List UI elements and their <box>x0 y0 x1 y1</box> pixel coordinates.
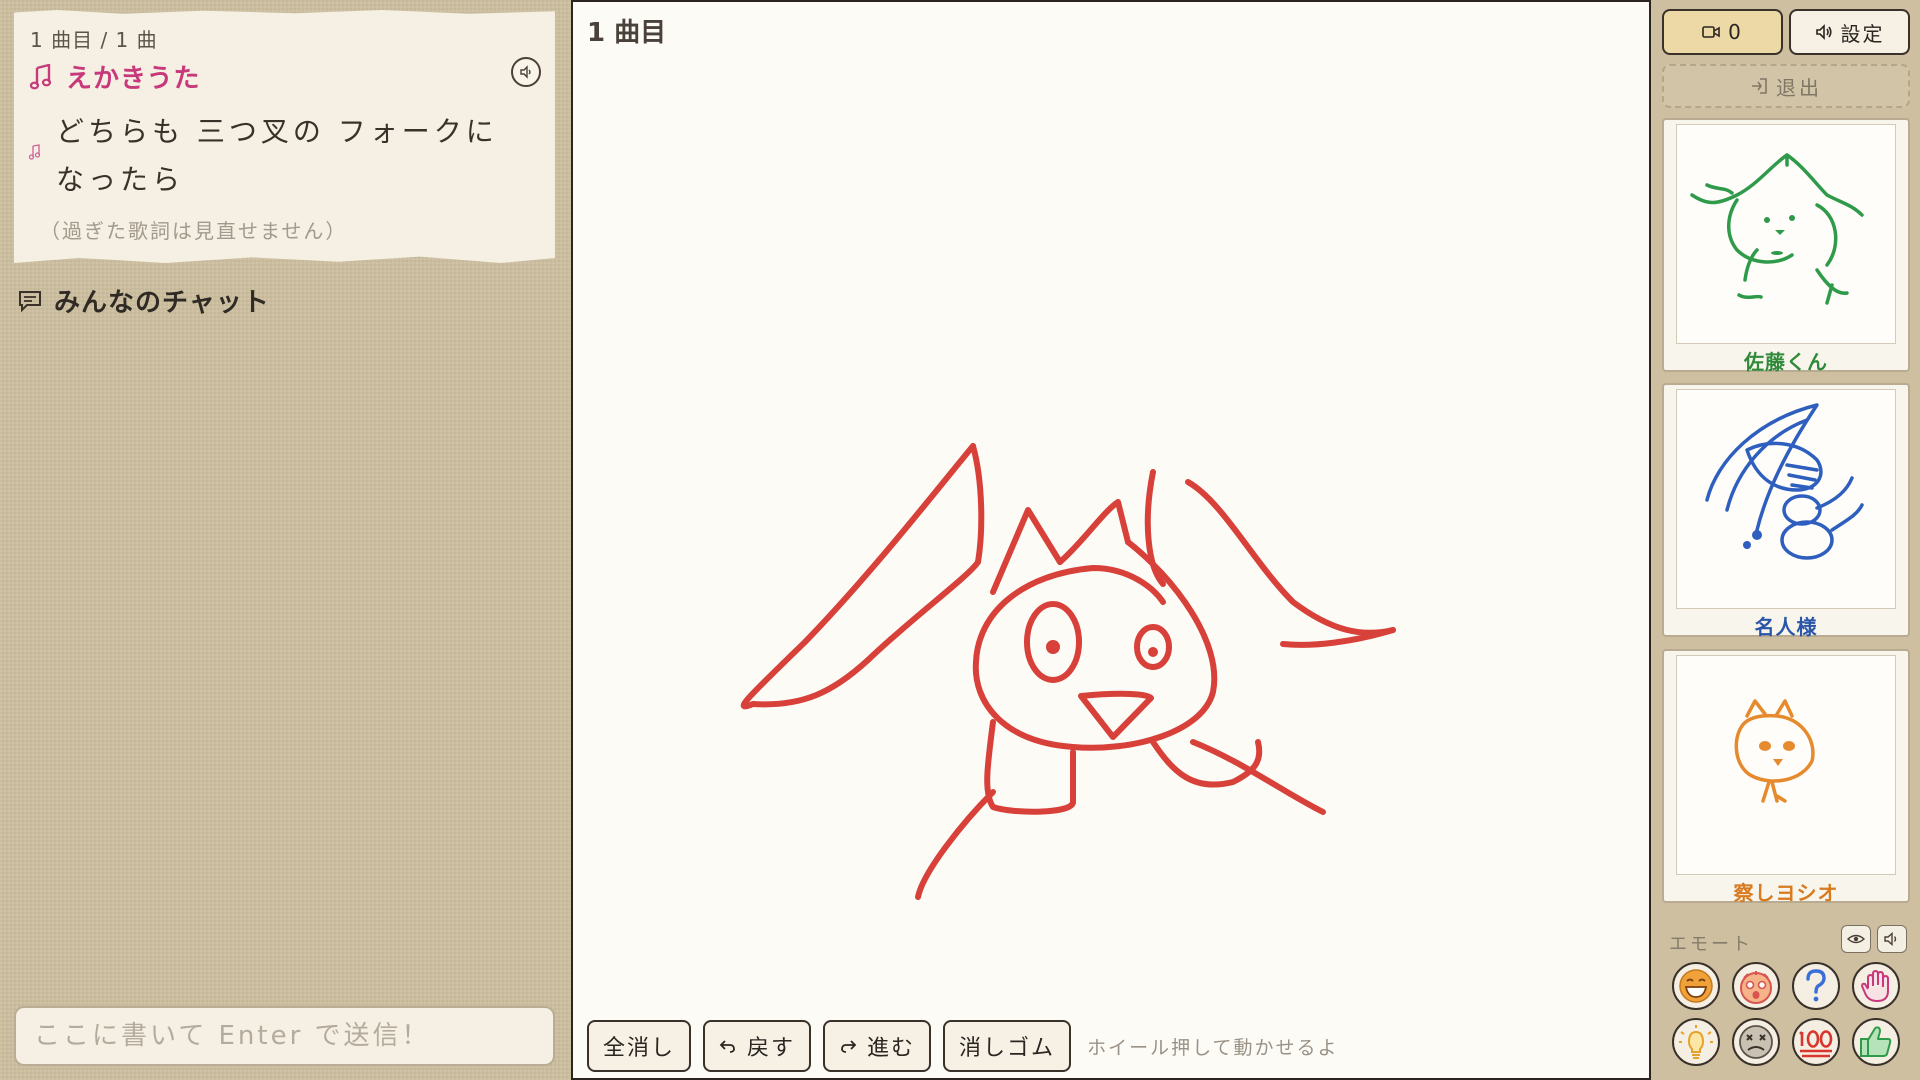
emote-hand[interactable] <box>1852 962 1900 1010</box>
emote-question[interactable] <box>1792 962 1840 1010</box>
player-name: 察しヨシオ <box>1733 881 1839 905</box>
emote-lightbulb[interactable] <box>1672 1018 1720 1066</box>
viewers-button[interactable]: 0 <box>1662 9 1783 55</box>
thumbs-up-icon <box>1860 1026 1892 1057</box>
player-card[interactable]: 佐藤くん <box>1662 118 1910 374</box>
player-drawing <box>1734 699 1815 803</box>
dizzy-icon <box>1739 1025 1773 1059</box>
emote-dizzy[interactable] <box>1732 1018 1780 1066</box>
chat-input[interactable] <box>14 1006 555 1066</box>
chat-header: みんなのチャット <box>18 282 270 319</box>
hundred-icon <box>1799 1030 1833 1058</box>
small-note-icon <box>28 144 41 160</box>
player-thumbnail <box>1676 124 1896 344</box>
drawing-toolbar: 全消し 戻す 進む 消しゴム ホイール押して動かせるよ <box>587 1020 1339 1072</box>
music-note-icon <box>30 63 52 89</box>
player-thumbnail <box>1676 389 1896 609</box>
redo-button[interactable]: 進む <box>823 1020 932 1072</box>
song-title: えかきうた <box>66 64 201 94</box>
player-drawing <box>1705 403 1864 560</box>
player-card[interactable]: 察しヨシオ <box>1662 649 1910 905</box>
undo-label: 戻す <box>747 1036 796 1061</box>
eraser-label: 消しゴム <box>959 1036 1056 1061</box>
exit-icon <box>1752 78 1767 94</box>
lyrics-sound-button[interactable] <box>511 57 541 87</box>
undo-button[interactable]: 戻す <box>703 1020 812 1072</box>
settings-button[interactable]: 設定 <box>1789 9 1910 55</box>
exit-label: 退出 <box>1776 75 1822 100</box>
song-title-row: えかきうた <box>30 58 200 95</box>
hand-icon <box>1861 970 1889 1002</box>
undo-icon <box>719 1040 735 1053</box>
viewer-count: 0 <box>1728 20 1743 44</box>
exit-button[interactable]: 退出 <box>1662 64 1910 108</box>
toolbar-hint: ホイール押して動かせるよ <box>1087 1036 1339 1059</box>
right-panel: 0 設定 退出 佐藤くん 名人様 察しヨシオ エモート <box>1651 0 1920 1080</box>
emote-laugh[interactable] <box>1672 962 1720 1010</box>
app: 1 曲目 / 1 曲 えかきうた どちらも 三つ叉の フォークに なったら （過… <box>0 0 1920 1080</box>
speaker-icon <box>1815 24 1832 40</box>
redo-label: 進む <box>867 1036 916 1061</box>
clear-label: 全消し <box>603 1036 676 1061</box>
laugh-icon <box>1679 969 1713 1003</box>
eye-icon <box>1847 934 1865 944</box>
emote-surprised[interactable] <box>1732 962 1780 1010</box>
canvas-drawing <box>740 443 1396 900</box>
song-counter: 1 曲目 / 1 曲 <box>30 28 158 52</box>
clear-button[interactable]: 全消し <box>587 1020 692 1072</box>
emote-visibility-button[interactable] <box>1841 925 1871 953</box>
redo-icon <box>841 1040 857 1053</box>
settings-label: 設定 <box>1840 21 1885 46</box>
player-thumbnail <box>1676 655 1896 875</box>
chat-title: みんなのチャット <box>54 288 270 318</box>
lyrics-card: 1 曲目 / 1 曲 えかきうた どちらも 三つ叉の フォークに なったら （過… <box>14 10 555 263</box>
lightbulb-icon <box>1679 1025 1713 1059</box>
speaker-icon <box>1884 932 1897 946</box>
drawing-canvas[interactable]: 1 曲目 全消し 戻す 進む 消しゴム ホイール押して動かせるよ <box>571 0 1651 1080</box>
chat-bubble-icon <box>19 290 41 312</box>
lyrics-note: （過ぎた歌詞は見直せません） <box>40 219 348 243</box>
player-name: 佐藤くん <box>1744 350 1828 374</box>
lyric-line-2: なったら <box>56 163 185 196</box>
question-icon <box>1806 969 1826 1002</box>
left-panel: 1 曲目 / 1 曲 えかきうた どちらも 三つ叉の フォークに なったら （過… <box>0 0 570 1080</box>
speaker-icon <box>520 65 531 79</box>
video-camera-icon <box>1702 26 1720 38</box>
emote-thumbs-up[interactable] <box>1852 1018 1900 1066</box>
emote-hundred[interactable] <box>1792 1018 1840 1066</box>
eraser-button[interactable]: 消しゴム <box>943 1020 1072 1072</box>
emote-title: エモート <box>1669 934 1753 955</box>
lyric-line-1: どちらも 三つ叉の フォークに <box>56 115 498 148</box>
surprised-icon <box>1740 971 1772 1004</box>
player-card[interactable]: 名人様 <box>1662 383 1910 639</box>
player-drawing <box>1690 153 1864 305</box>
emote-sound-button[interactable] <box>1877 925 1907 953</box>
player-name: 名人様 <box>1754 615 1818 639</box>
